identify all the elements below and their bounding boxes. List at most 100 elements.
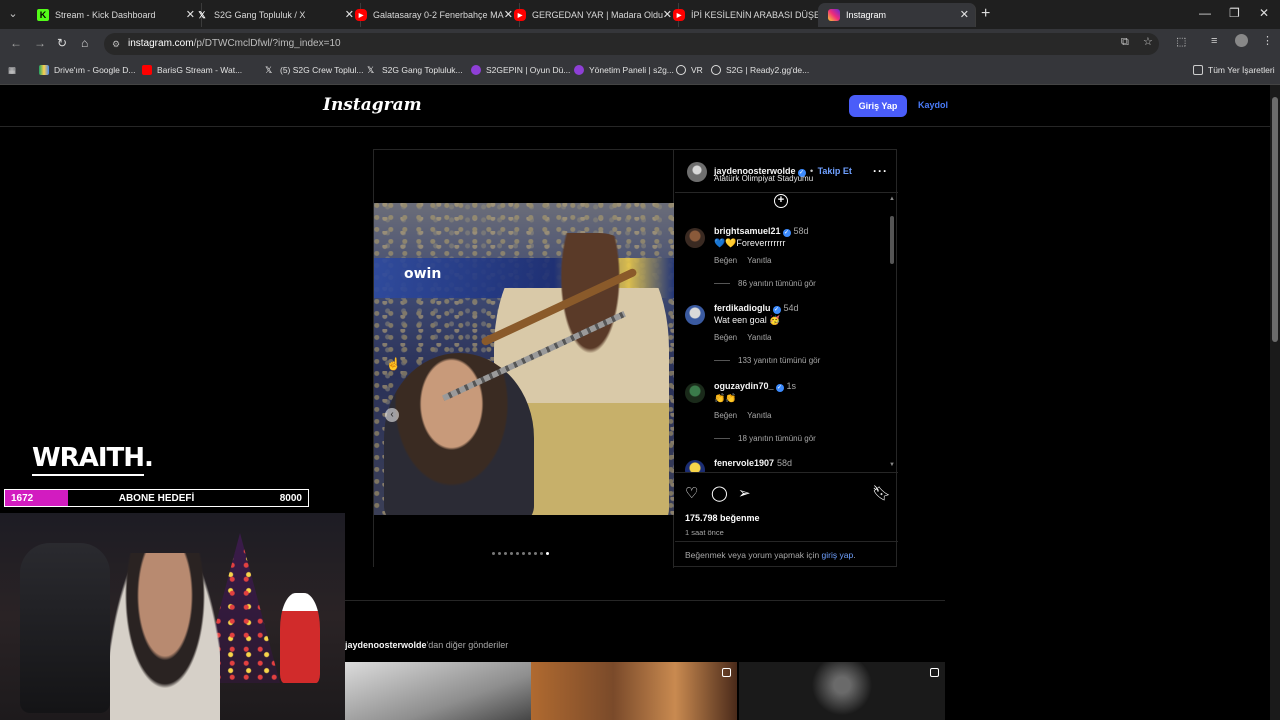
close-icon[interactable]: ✕: [960, 8, 969, 21]
kick-icon: K: [37, 9, 49, 21]
comment-username[interactable]: brightsamuel21: [714, 226, 781, 236]
post-location[interactable]: Atatürk Olimpiyat Stadyumu: [714, 174, 813, 183]
x-icon: 𝕏: [198, 9, 206, 20]
post-time: 1 saat önce: [685, 528, 724, 537]
tab-kick[interactable]: K Stream - Kick Dashboard ✕: [27, 3, 202, 27]
home-icon[interactable]: ⌂: [81, 36, 88, 50]
tab-youtube-2[interactable]: ▶ GERGEDAN YAR | Madara Oldu ✕: [504, 3, 679, 27]
forward-icon[interactable]: →: [34, 36, 46, 50]
minimize-icon[interactable]: —: [1199, 6, 1211, 20]
comment-avatar[interactable]: [685, 383, 705, 403]
address-bar-row: ← → ↻ ⌂ ⚙ instagram.com/p/DTWCmclDfwl/?i…: [0, 29, 1280, 59]
comments-list[interactable]: + brightsamuel21 ✓ 58d 💙💛Foreverrrrrrr Beğ…: [675, 194, 898, 472]
comment-time: 54d: [783, 303, 799, 313]
comment-avatar[interactable]: [685, 228, 705, 248]
view-replies-link[interactable]: 86 yanıtın tümünü gör: [714, 279, 816, 288]
like-comment-link[interactable]: Beğen: [714, 333, 737, 342]
tab-youtube-1[interactable]: ▶ Galatasaray 0-2 Fenerbahçe MA ✕: [345, 3, 520, 27]
carousel-dot: [534, 552, 537, 555]
page-scrollbar[interactable]: [1270, 85, 1280, 720]
close-window-icon[interactable]: ✕: [1259, 6, 1269, 20]
site-info-icon[interactable]: ⚙: [112, 33, 120, 55]
bookmark-label: BarisG Stream - Wat...: [157, 65, 243, 75]
bookmark-icon[interactable]: 🔖︎: [872, 484, 891, 502]
carousel-dots: [492, 552, 549, 555]
login-button[interactable]: Giriş Yap: [849, 95, 907, 117]
comment-text: 💙💛Foreverrrrrrr: [714, 238, 786, 248]
instagram-logo[interactable]: Instagram: [323, 95, 422, 115]
bookmark-item[interactable]: Drive'ım - Google D...: [39, 65, 135, 75]
verified-icon: ✓: [775, 384, 784, 392]
carousel-prev-icon[interactable]: ‹: [385, 408, 399, 422]
tab-label: Galatasaray 0-2 Fenerbahçe MA: [373, 10, 504, 20]
grid-post-thumbnail[interactable]: [345, 662, 551, 720]
install-app-icon[interactable]: ⧉: [1121, 36, 1129, 49]
scroll-down-icon[interactable]: ▼: [889, 462, 895, 468]
bookmark-item[interactable]: BarisG Stream - Wat...: [142, 65, 242, 75]
grid-post-thumbnail[interactable]: [739, 662, 945, 720]
bookmark-label: Drive'ım - Google D...: [54, 65, 136, 75]
all-bookmarks[interactable]: Tüm Yer İşaretleri: [1193, 65, 1275, 75]
like-comment-link[interactable]: Beğen: [714, 411, 737, 420]
bookmark-item[interactable]: Yönetim Paneli | s2g...: [574, 65, 674, 75]
like-comment-link[interactable]: Beğen: [714, 256, 737, 265]
back-icon[interactable]: ←: [10, 36, 22, 50]
restore-icon[interactable]: ❐: [1229, 6, 1240, 20]
subscriber-goal-bar: 1672 ABONE HEDEFİ 8000: [4, 489, 309, 507]
view-replies-link[interactable]: 133 yanıtın tümünü gör: [714, 356, 820, 365]
view-replies-link[interactable]: 18 yanıtın tümünü gör: [714, 434, 816, 443]
reply-link[interactable]: Yanıtla: [747, 411, 771, 420]
tab-label: İPİ KESİLENİN ARABASI DÜŞER: [691, 10, 827, 20]
tab-x[interactable]: 𝕏 S2G Gang Topluluk / X ✕: [186, 3, 361, 27]
tab-label: Instagram: [846, 10, 887, 20]
extensions-icon[interactable]: ⬚: [1176, 35, 1186, 48]
comment-avatar[interactable]: [685, 460, 705, 472]
reply-link[interactable]: Yanıtla: [747, 256, 771, 265]
author-avatar[interactable]: [687, 162, 707, 182]
bookmark-item[interactable]: S2GEPIN | Oyun Dü...: [471, 65, 570, 75]
comment-username[interactable]: fenervole1907: [714, 458, 774, 468]
comment-username[interactable]: ferdikadioglu: [714, 303, 771, 313]
youtube-icon: ▶: [514, 9, 526, 21]
comment-time: 58d: [777, 458, 793, 468]
more-posts-suffix: 'dan diğer gönderiler: [426, 640, 509, 650]
reply-link[interactable]: Yanıtla: [747, 333, 771, 342]
scroll-thumb[interactable]: [890, 216, 894, 264]
bookmark-item[interactable]: 𝕏 S2G Gang Topluluk...: [367, 65, 463, 75]
comment-username[interactable]: oguzaydin70_: [714, 381, 774, 391]
bookmark-item[interactable]: VR: [676, 65, 703, 75]
new-tab-icon[interactable]: +: [981, 5, 990, 23]
bookmark-star-icon[interactable]: ☆: [1143, 35, 1153, 48]
bookmark-item[interactable]: S2G | Ready2.gg'de...: [711, 65, 809, 75]
apps-icon[interactable]: ▦: [8, 65, 16, 76]
prompt-login-link[interactable]: giriş yap: [822, 550, 854, 560]
media-controls-icon[interactable]: ≡: [1211, 35, 1217, 47]
vr-icon: [676, 65, 686, 75]
url-input[interactable]: ⚙ instagram.com/p/DTWCmclDfwl/?img_index…: [104, 33, 1159, 55]
scroll-up-icon[interactable]: ▲: [889, 196, 895, 202]
tab-youtube-3[interactable]: ▶ İPİ KESİLENİN ARABASI DÜŞER ✕: [663, 3, 838, 27]
reload-icon[interactable]: ↻: [57, 36, 67, 50]
share-icon[interactable]: ➢: [738, 484, 751, 502]
follow-button[interactable]: Takip Et: [818, 166, 852, 176]
bookmark-item[interactable]: 𝕏 (5) S2G Crew Toplul...: [265, 65, 363, 75]
tab-instagram[interactable]: Instagram ✕: [818, 3, 976, 27]
heart-icon[interactable]: ♡: [685, 484, 698, 502]
divider: [345, 600, 945, 601]
comment-icon[interactable]: ◯: [711, 484, 728, 502]
profile-avatar[interactable]: [1235, 34, 1248, 47]
comment-avatar[interactable]: [685, 305, 705, 325]
signup-link[interactable]: Kaydol: [918, 100, 948, 110]
comments-scrollbar[interactable]: ▲ ▼: [889, 196, 895, 468]
grid-post-thumbnail[interactable]: [531, 662, 737, 720]
url-site: instagram.com: [128, 38, 194, 49]
scroll-thumb[interactable]: [1272, 97, 1278, 342]
post-image[interactable]: owin ‹ 👤 🔇: [374, 203, 674, 515]
more-posts-user[interactable]: jaydenoosterwolde: [345, 640, 427, 650]
more-options-icon[interactable]: ···: [873, 164, 888, 178]
tab-search-icon[interactable]: ⌄: [4, 5, 22, 23]
comment-time: 58d: [793, 226, 809, 236]
likes-count[interactable]: 175.798 beğenme: [685, 513, 760, 523]
menu-icon[interactable]: ⋮: [1262, 34, 1273, 47]
load-more-icon[interactable]: +: [774, 194, 788, 208]
